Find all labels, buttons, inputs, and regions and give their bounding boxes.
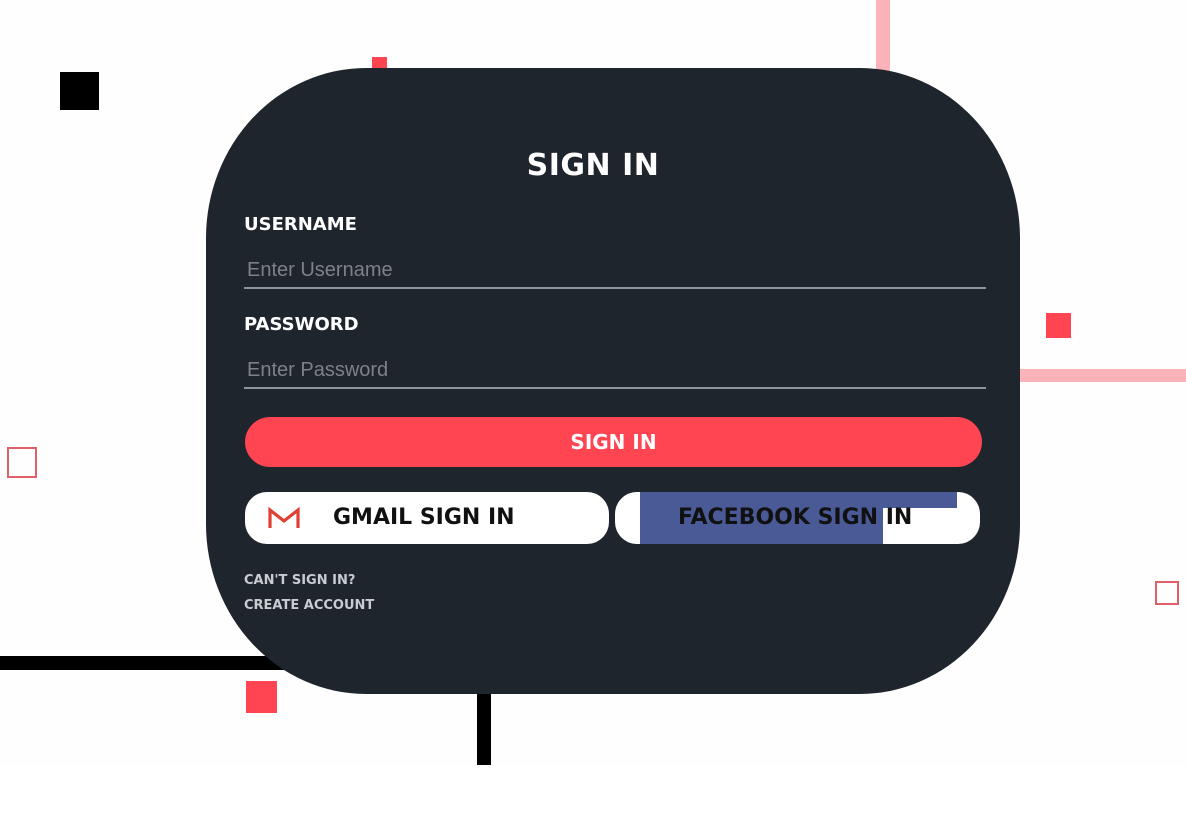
pink-horizontal-line-decoration xyxy=(1000,369,1186,382)
gmail-icon xyxy=(268,506,300,528)
password-input[interactable] xyxy=(244,353,986,389)
sign-in-button[interactable]: SIGN IN xyxy=(245,417,982,467)
facebook-sign-in-button[interactable]: FACEBOOK SIGN IN xyxy=(615,492,980,544)
page-title: SIGN IN xyxy=(526,148,660,183)
red-outline-square-decoration-left xyxy=(7,447,37,478)
gmail-sign-in-button[interactable]: GMAIL SIGN IN xyxy=(245,492,609,544)
gmail-sign-in-label: GMAIL SIGN IN xyxy=(333,505,515,530)
facebook-sign-in-label: FACEBOOK SIGN IN xyxy=(678,505,913,530)
cant-sign-in-link[interactable]: CAN'T SIGN IN? xyxy=(244,573,355,588)
username-input[interactable] xyxy=(244,253,986,289)
red-square-decoration-right xyxy=(1046,313,1071,338)
red-square-decoration-bottom xyxy=(246,681,277,713)
black-square-decoration xyxy=(60,72,99,110)
red-outline-square-decoration-right xyxy=(1155,581,1179,605)
login-page: SIGN IN USERNAME PASSWORD SIGN IN GMAIL … xyxy=(0,0,1186,820)
username-label: USERNAME xyxy=(244,214,357,235)
background-canvas: SIGN IN USERNAME PASSWORD SIGN IN GMAIL … xyxy=(0,0,1186,765)
create-account-link[interactable]: CREATE ACCOUNT xyxy=(244,598,374,613)
password-label: PASSWORD xyxy=(244,314,359,335)
